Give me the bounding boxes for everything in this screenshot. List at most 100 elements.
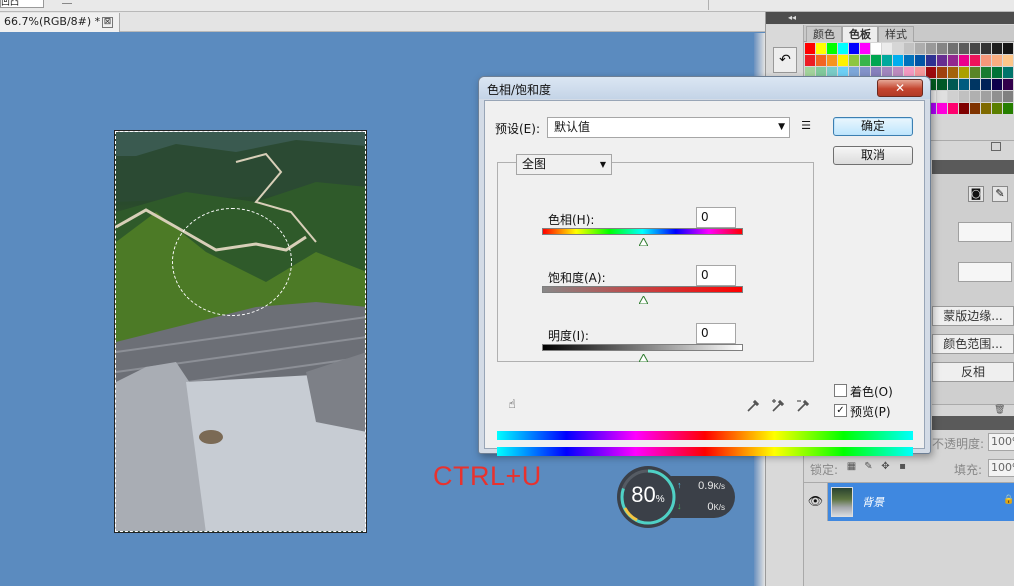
mask-edge-button[interactable]: 蒙版边缘... (932, 306, 1014, 326)
swatch[interactable] (1003, 43, 1013, 54)
collapse-icon[interactable]: ◂◂ (788, 13, 796, 22)
swatch[interactable] (959, 43, 969, 54)
eyedropper-add-icon[interactable] (770, 398, 786, 414)
preset-dropdown[interactable]: 默认值 ▼ (547, 117, 790, 138)
feather-field[interactable] (958, 262, 1012, 282)
swatch[interactable] (992, 79, 1002, 90)
history-brush-icon[interactable]: ↶ (773, 47, 797, 73)
density-field[interactable] (958, 222, 1012, 242)
saturation-input[interactable]: 0 (696, 265, 736, 286)
vector-mask-icon[interactable]: ✎ (992, 186, 1008, 202)
hue-input[interactable]: 0 (696, 207, 736, 228)
close-tab-icon[interactable]: ⊠ (102, 17, 113, 28)
swatch[interactable] (849, 43, 859, 54)
swatch[interactable] (970, 79, 980, 90)
swatch[interactable] (981, 91, 991, 102)
swatch[interactable] (970, 55, 980, 66)
tab-styles[interactable]: 样式 (878, 26, 914, 42)
swatch[interactable] (860, 43, 870, 54)
hue-slider[interactable] (542, 228, 743, 235)
swatch[interactable] (926, 55, 936, 66)
swatch[interactable] (992, 91, 1002, 102)
swatch[interactable] (1003, 91, 1013, 102)
swatch[interactable] (937, 79, 947, 90)
swatch[interactable] (948, 79, 958, 90)
swatch[interactable] (959, 55, 969, 66)
new-swatch-icon[interactable] (991, 142, 1001, 151)
dialog-titlebar[interactable]: 色相/饱和度 ✕ (479, 77, 930, 99)
swatch[interactable] (948, 103, 958, 114)
swatch[interactable] (805, 43, 815, 54)
swatch[interactable] (937, 55, 947, 66)
swatch[interactable] (1003, 55, 1013, 66)
swatch[interactable] (981, 43, 991, 54)
top-fragment-field[interactable]: 凹凸 (0, 0, 44, 8)
swatch[interactable] (981, 67, 991, 78)
lightness-input[interactable]: 0 (696, 323, 736, 344)
visibility-eye-icon[interactable]: 👁 (804, 483, 828, 521)
swatch[interactable] (948, 91, 958, 102)
swatch[interactable] (904, 55, 914, 66)
swatch[interactable] (970, 91, 980, 102)
preview-checkbox[interactable]: ✓ (834, 404, 847, 417)
swatch[interactable] (882, 43, 892, 54)
channel-dropdown[interactable]: 全图 ▼ (516, 154, 612, 175)
swatch[interactable] (827, 43, 837, 54)
layer-row-selected[interactable]: 背景 🔒 (828, 483, 1014, 521)
swatch[interactable] (937, 91, 947, 102)
colorize-checkbox[interactable] (834, 384, 847, 397)
swatch[interactable] (904, 43, 914, 54)
eyedropper-subtract-icon[interactable] (795, 398, 811, 414)
panel-collapse-bar[interactable]: ◂◂ (766, 12, 1014, 24)
dialog-close-button[interactable]: ✕ (877, 79, 923, 97)
swatch[interactable] (948, 55, 958, 66)
preset-options-icon[interactable]: ☰ (799, 120, 813, 134)
swatch[interactable] (915, 43, 925, 54)
swatch[interactable] (992, 103, 1002, 114)
swatch[interactable] (1003, 103, 1013, 114)
swatch[interactable] (926, 43, 936, 54)
swatch[interactable] (948, 67, 958, 78)
document-tab[interactable]: 66.7%(RGB/8#) * ⊠ (0, 13, 120, 32)
ok-button[interactable]: 确定 (833, 117, 913, 136)
layer-row[interactable]: 👁 背景 🔒 (804, 482, 1014, 521)
swatch[interactable] (992, 67, 1002, 78)
swatch[interactable] (970, 43, 980, 54)
opacity-input[interactable]: 100% (988, 433, 1014, 451)
lock-transparent-icon[interactable]: ▦ (846, 462, 857, 473)
pixel-mask-icon[interactable]: ◙ (968, 186, 984, 202)
swatch[interactable] (959, 67, 969, 78)
swatch[interactable] (827, 55, 837, 66)
swatch[interactable] (1003, 67, 1013, 78)
swatch[interactable] (816, 55, 826, 66)
color-range-button[interactable]: 颜色范围... (932, 334, 1014, 354)
lock-position-icon[interactable]: ✥ (880, 462, 891, 473)
saturation-slider-thumb[interactable] (639, 296, 648, 304)
swatch[interactable] (959, 91, 969, 102)
swatch[interactable] (849, 55, 859, 66)
network-speed-widget[interactable]: 80% ↑ 0.9K/s ↓ 0K/s (617, 466, 735, 528)
swatch[interactable] (970, 103, 980, 114)
swatch[interactable] (838, 43, 848, 54)
swatch[interactable] (937, 43, 947, 54)
tab-color[interactable]: 颜色 (806, 26, 842, 42)
swatch[interactable] (981, 79, 991, 90)
lock-all-icon[interactable]: ▪ (897, 462, 908, 473)
swatch[interactable] (805, 55, 815, 66)
targeted-adjustment-hand-icon[interactable]: ☝ (503, 397, 521, 415)
swatch[interactable] (871, 55, 881, 66)
swatch[interactable] (915, 55, 925, 66)
saturation-slider[interactable] (542, 286, 743, 293)
delete-mask-icon[interactable]: 🗑 (994, 405, 1005, 415)
swatch[interactable] (838, 55, 848, 66)
lock-image-icon[interactable]: ✎ (863, 462, 874, 473)
lightness-slider[interactable] (542, 344, 743, 351)
swatch[interactable] (959, 103, 969, 114)
swatch[interactable] (816, 43, 826, 54)
swatch[interactable] (981, 103, 991, 114)
swatch[interactable] (959, 79, 969, 90)
swatch[interactable] (937, 67, 947, 78)
swatch[interactable] (970, 67, 980, 78)
lightness-slider-thumb[interactable] (639, 354, 648, 362)
swatch[interactable] (992, 43, 1002, 54)
